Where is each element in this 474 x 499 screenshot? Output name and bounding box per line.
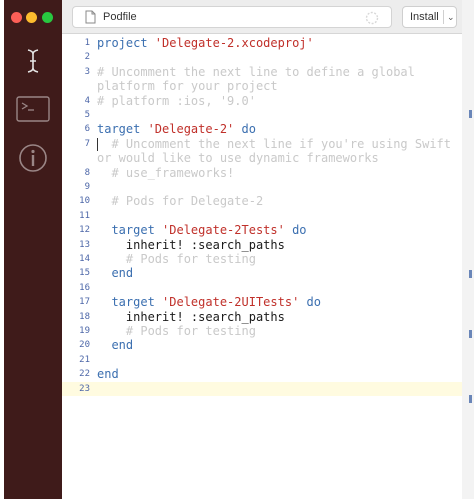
code-line[interactable]: 5 <box>62 108 462 122</box>
code-text: platform for your project <box>97 79 278 94</box>
line-number: 1 <box>84 38 90 48</box>
code-line[interactable]: 22 end <box>62 367 462 381</box>
line-number: 18 <box>79 311 90 322</box>
podfile-editor-window: Podfile Install ⌄ 1 project 'Delegate-2.x… <box>4 0 462 499</box>
line-number: 2 <box>84 52 90 63</box>
code-line[interactable]: 3 # Uncomment the next line to define a g… <box>62 65 462 79</box>
code-line[interactable]: 10 # Pods for Delegate-2 <box>62 194 462 208</box>
line-number: 17 <box>79 297 90 308</box>
code-line[interactable]: 19 # Pods for testing <box>62 324 462 338</box>
code-text: # Pods for testing <box>97 252 256 266</box>
code-line[interactable]: 17 target 'Delegate-2UITests' do <box>62 295 462 309</box>
line-number: 4 <box>84 95 90 106</box>
code-line[interactable]: 15 end <box>62 266 462 280</box>
code-text: # Pods for Delegate-2 <box>97 194 264 209</box>
code-text: end <box>97 338 134 353</box>
line-number: 3 <box>84 66 90 77</box>
code-text: target 'Delegate-2' do <box>97 122 256 137</box>
code-text: end <box>97 367 119 382</box>
file-name: Podfile <box>103 11 137 23</box>
code-text: # Uncomment the next line if you're usin… <box>97 136 452 151</box>
code-line[interactable]: 8 # use_frameworks! <box>62 166 462 180</box>
code-text: # Uncomment the next line to define a gl… <box>97 64 415 79</box>
code-line[interactable]: platform for your project <box>62 79 462 93</box>
code-line[interactable]: 6 target 'Delegate-2' do <box>62 122 462 136</box>
line-number: 5 <box>84 110 90 120</box>
line-number: 21 <box>79 354 90 365</box>
install-button-label: Install <box>410 11 439 23</box>
code-line[interactable]: 13 inherit! :search_paths <box>62 238 462 252</box>
code-line[interactable]: 9 <box>62 180 462 194</box>
line-number: 15 <box>79 268 90 279</box>
code-text: target 'Delegate-2UITests' do <box>97 295 321 310</box>
code-line[interactable]: 14 # Pods for testing <box>62 252 462 266</box>
code-line[interactable]: 1 project 'Delegate-2.xcodeproj' <box>62 36 462 50</box>
line-number: 22 <box>79 369 90 380</box>
document-icon <box>85 10 96 24</box>
code-text: end <box>97 266 134 281</box>
code-line[interactable]: 12 target 'Delegate-2Tests' do <box>62 223 462 237</box>
code-line[interactable]: 16 <box>62 281 462 295</box>
line-number: 10 <box>79 196 90 207</box>
code-line[interactable]: 23 <box>62 381 462 396</box>
minimize-window-button[interactable] <box>26 12 37 23</box>
line-number: 9 <box>84 182 90 192</box>
info-icon[interactable] <box>4 143 62 173</box>
close-window-button[interactable] <box>11 12 22 23</box>
line-number: 8 <box>84 167 90 178</box>
code-line[interactable]: or would like to use dynamic frameworks <box>62 151 462 165</box>
code-line[interactable]: 4 # platform :ios, '9.0' <box>62 94 462 108</box>
code-text: inherit! :search_paths <box>97 309 285 324</box>
code-line[interactable]: 11 <box>62 209 462 223</box>
code-text: project 'Delegate-2.xcodeproj' <box>97 36 314 50</box>
code-text: or would like to use dynamic frameworks <box>97 151 379 166</box>
code-editor[interactable]: 1 project 'Delegate-2.xcodeproj' 2 3 # Uncom… <box>62 34 462 499</box>
toolbar: Podfile Install ⌄ <box>62 0 462 34</box>
code-text: target 'Delegate-2Tests' do <box>97 223 307 238</box>
code-line[interactable]: 7 # Uncomment the next line if you're us… <box>62 137 462 151</box>
zoom-window-button[interactable] <box>42 12 53 23</box>
chevron-down-icon[interactable]: ⌄ <box>444 12 455 23</box>
code-line[interactable]: 21 <box>62 353 462 367</box>
text-cursor-icon[interactable] <box>4 48 62 74</box>
code-line[interactable]: 18 inherit! :search_paths <box>62 310 462 324</box>
terminal-icon[interactable] <box>4 96 62 122</box>
code-text: # platform :ios, '9.0' <box>97 93 256 108</box>
line-number: 14 <box>79 254 90 264</box>
progress-spinner-icon <box>365 11 379 25</box>
file-title-field: Podfile <box>72 6 392 28</box>
text-caret <box>97 137 98 151</box>
code-line[interactable]: 20 end <box>62 338 462 352</box>
line-number: 11 <box>79 210 90 221</box>
code-line[interactable]: 2 <box>62 50 462 64</box>
line-number: 12 <box>79 225 90 236</box>
line-number: 19 <box>79 326 90 336</box>
line-number: 16 <box>79 282 90 293</box>
line-number: 6 <box>84 124 90 135</box>
desktop-background <box>460 0 474 499</box>
code-text: # Pods for testing <box>97 324 256 338</box>
code-text: # use_frameworks! <box>97 165 235 180</box>
install-button[interactable]: Install ⌄ <box>402 6 457 28</box>
line-number: 23 <box>79 383 90 394</box>
line-number: 20 <box>79 340 90 351</box>
line-number: 7 <box>84 138 90 149</box>
sidebar <box>4 0 62 499</box>
line-number: 13 <box>79 239 90 250</box>
code-text: inherit! :search_paths <box>97 237 285 252</box>
